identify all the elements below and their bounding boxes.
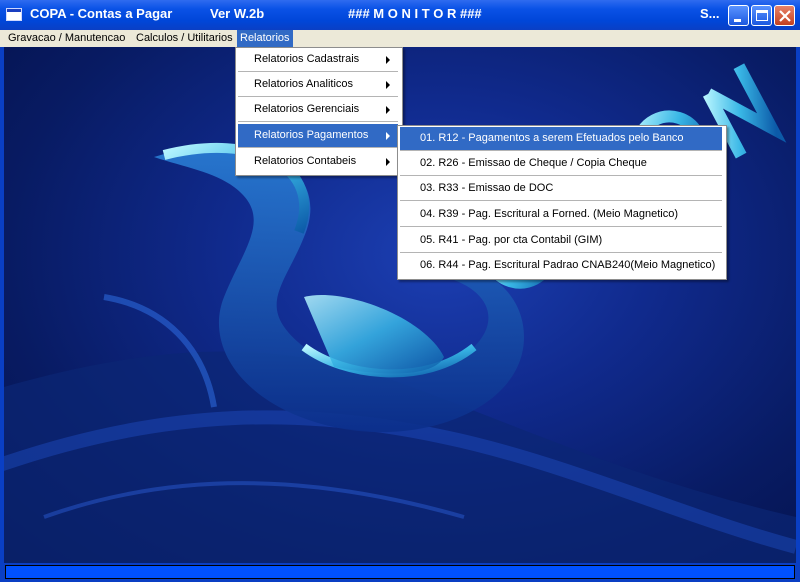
menu-item-label: Relatorios Pagamentos	[254, 129, 369, 141]
window-frame-right	[796, 47, 800, 563]
menu-separator	[238, 147, 398, 149]
submenu-item-label: 01. R12 - Pagamentos a serem Efetuados p…	[420, 132, 684, 144]
pagamentos-submenu: 01. R12 - Pagamentos a serem Efetuados p…	[397, 125, 727, 280]
close-button[interactable]	[774, 5, 795, 26]
submenu-item-r26[interactable]: 02. R26 - Emissao de Cheque / Copia Cheq…	[400, 152, 722, 175]
menu-relatorios[interactable]: Relatorios	[237, 30, 293, 47]
menu-gravacao[interactable]: Gravacao / Manutencao	[5, 30, 128, 47]
version-label: Ver W.2b	[210, 6, 265, 21]
menu-item-label: Relatorios Cadastrais	[254, 53, 360, 65]
submenu-item-label: 03. R33 - Emissao de DOC	[420, 182, 554, 194]
submenu-item-r12[interactable]: 01. R12 - Pagamentos a serem Efetuados p…	[400, 127, 722, 150]
submenu-item-label: 06. R44 - Pag. Escritural Padrao CNAB240…	[420, 259, 716, 271]
submenu-arrow-icon	[386, 158, 390, 166]
submenu-item-r39[interactable]: 04. R39 - Pag. Escritural a Forned. (Mei…	[400, 203, 722, 226]
menu-item-label: Relatorios Gerenciais	[254, 103, 360, 115]
title-truncated: S...	[700, 6, 720, 21]
minimize-button[interactable]	[728, 5, 749, 26]
submenu-item-label: 04. R39 - Pag. Escritural a Forned. (Mei…	[420, 208, 679, 220]
menu-item-label: Relatorios Contabeis	[254, 155, 357, 167]
maximize-icon	[756, 10, 768, 21]
menu-calculos[interactable]: Calculos / Utilitarios	[133, 30, 236, 47]
close-icon	[779, 10, 791, 22]
menu-separator	[238, 121, 398, 123]
submenu-item-label: 05. R41 - Pag. por cta Contabil (GIM)	[420, 234, 603, 246]
app-title: COPA - Contas a Pagar	[30, 6, 173, 21]
submenu-item-label: 02. R26 - Emissao de Cheque / Copia Cheq…	[420, 157, 647, 169]
title-bar[interactable]: COPA - Contas a Pagar Ver W.2b ### M O N…	[0, 0, 800, 30]
menu-item-analiticos[interactable]: Relatorios Analiticos	[238, 73, 398, 96]
submenu-arrow-icon	[386, 132, 390, 140]
maximize-button[interactable]	[751, 5, 772, 26]
app-icon[interactable]	[6, 8, 22, 21]
relatorios-menu: Relatorios Cadastrais Relatorios Analiti…	[235, 47, 403, 176]
menu-item-cadastrais[interactable]: Relatorios Cadastrais	[238, 48, 398, 71]
submenu-arrow-icon	[386, 56, 390, 64]
menu-separator	[400, 226, 722, 228]
menu-bar: Gravacao / Manutencao Calculos / Utilita…	[0, 30, 800, 47]
submenu-arrow-icon	[386, 106, 390, 114]
menu-item-pagamentos[interactable]: Relatorios Pagamentos	[238, 124, 398, 147]
status-bar	[0, 563, 800, 582]
menu-item-label: Relatorios Analiticos	[254, 78, 354, 90]
menu-item-gerenciais[interactable]: Relatorios Gerenciais	[238, 98, 398, 121]
submenu-arrow-icon	[386, 81, 390, 89]
submenu-item-r44[interactable]: 06. R44 - Pag. Escritural Padrao CNAB240…	[400, 254, 722, 277]
submenu-item-r33[interactable]: 03. R33 - Emissao de DOC	[400, 177, 722, 200]
minimize-icon	[734, 19, 741, 22]
menu-separator	[400, 200, 722, 202]
menu-item-contabeis[interactable]: Relatorios Contabeis	[238, 150, 398, 173]
monitor-label: ### M O N I T O R ###	[348, 6, 482, 21]
submenu-item-r41[interactable]: 05. R41 - Pag. por cta Contabil (GIM)	[400, 229, 722, 252]
status-panel	[5, 565, 795, 579]
